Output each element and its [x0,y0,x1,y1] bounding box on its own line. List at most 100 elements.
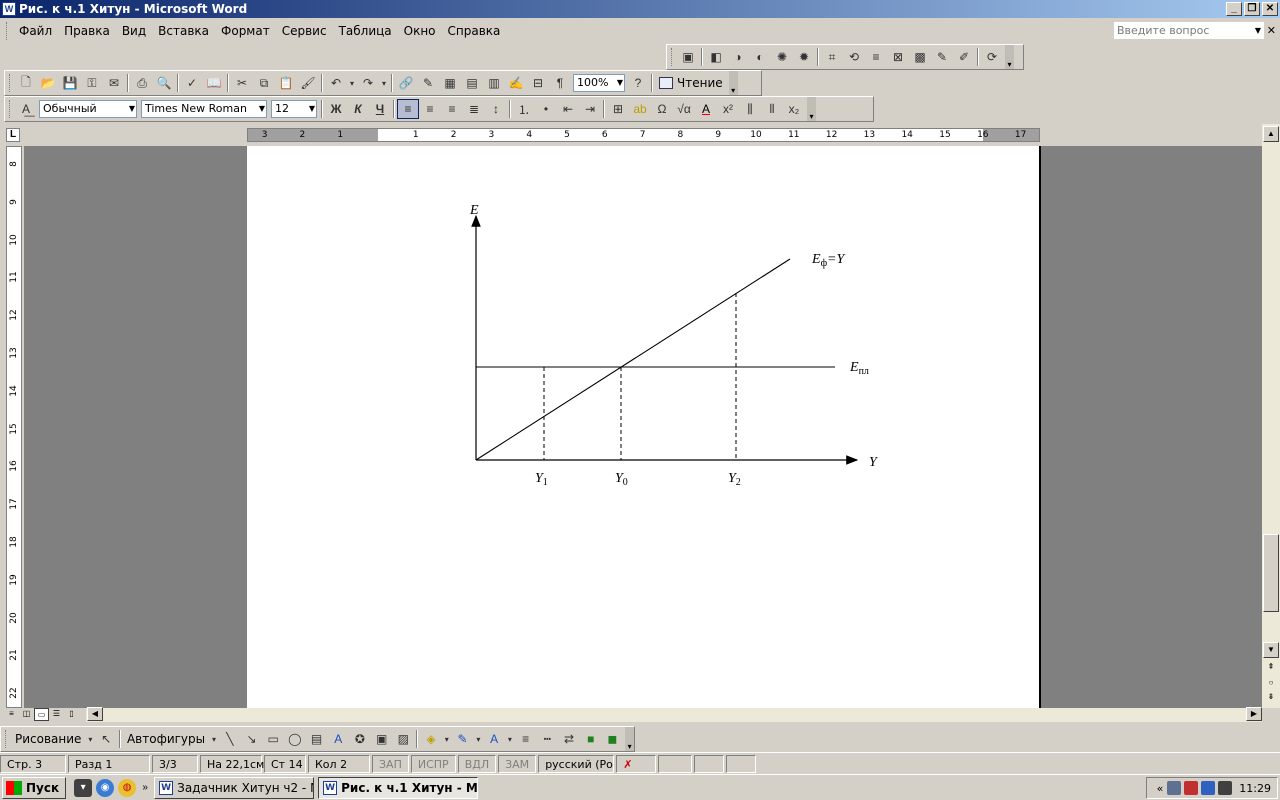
display-icon[interactable] [1218,781,1233,795]
decrease-indent-icon[interactable]: ⇤ [557,99,579,119]
status-ovr[interactable]: ЗАМ [498,754,537,773]
menu-file[interactable]: Файл [13,24,58,38]
browser-icon[interactable]: ◉ [96,778,115,797]
chevron-down-icon[interactable]: ▾ [209,729,219,749]
web-view-icon[interactable]: ◫ [19,708,34,721]
next-page-icon[interactable]: ⇟ [1263,690,1279,706]
tray-expand-icon[interactable]: « [1157,782,1164,795]
tables-borders-icon[interactable]: ✎ [417,73,439,93]
print-icon[interactable]: ⎙ [131,73,153,93]
vertical-ruler[interactable]: 8 9 10 11 12 13 14 15 16 17 18 19 20 21 22 [6,146,22,708]
columns-icon[interactable]: ▥ [483,73,505,93]
insert-excel-icon[interactable]: ▤ [461,73,483,93]
font-select[interactable]: Times New Roman ▼ [141,100,267,118]
normal-view-icon[interactable]: ≡ [4,708,19,721]
close-button[interactable]: ✕ [1262,2,1278,16]
start-button[interactable]: Пуск [2,776,67,799]
align-right-icon[interactable]: ≡ [441,99,463,119]
previous-page-icon[interactable]: ⇞ [1263,660,1279,676]
spelling-icon[interactable]: ✓ [181,73,203,93]
cut-icon[interactable]: ✂ [231,73,253,93]
superscript-icon[interactable]: x² [717,99,739,119]
redo-dropdown-icon[interactable]: ▾ [379,73,389,93]
show-hide-icon[interactable]: ¶ [549,73,571,93]
reading-mode-button[interactable]: Чтение [655,76,727,90]
ask-question-input[interactable]: Введите вопрос ▼ [1114,22,1264,39]
grid-alt-icon[interactable]: ⫴ [761,99,783,119]
paste-icon[interactable]: 📋 [275,73,297,93]
toolbar-options-icon[interactable]: ▾ [625,727,635,751]
print-preview-icon[interactable]: 🔍 [153,73,175,93]
chevron-down-icon[interactable]: ▾ [442,729,452,749]
document-close-icon[interactable]: ✕ [1267,24,1276,37]
fill-color-icon[interactable]: ◈ [420,729,442,749]
italic-button[interactable]: К [347,99,369,119]
copy-icon[interactable]: ⧉ [253,73,275,93]
economics-figure[interactable]: E Y Eф=Y Eпл Y1 Y0 Y2 [247,146,1041,708]
taskbar-item-task2[interactable]: W Рис. к ч.1 Хитун - Mic... [318,776,479,799]
text-box-icon[interactable]: ▤ [306,729,328,749]
menu-tools[interactable]: Сервис [276,24,333,38]
print-layout-icon[interactable]: ▭ [34,708,49,721]
scroll-left-icon[interactable]: ◀ [87,707,103,721]
chevron-down-icon[interactable]: ▼ [617,75,623,91]
align-left-icon[interactable]: ≡ [397,99,419,119]
3d-icon[interactable]: ◼ [602,729,624,749]
save-icon[interactable]: 💾 [59,73,81,93]
menu-help[interactable]: Справка [442,24,507,38]
status-line[interactable]: Ст 14 [264,754,306,773]
equation-icon[interactable]: √α [673,99,695,119]
chevron-down-icon[interactable]: ▼ [1255,23,1261,38]
chevron-down-icon[interactable]: ▾ [505,729,515,749]
diagram-icon[interactable]: ✪ [349,729,371,749]
drawing-icon[interactable]: ✍ [505,73,527,93]
clip-art-icon[interactable]: ▣ [371,729,393,749]
menu-grip[interactable] [6,22,9,40]
menu-table[interactable]: Таблица [333,24,398,38]
status-rec[interactable]: ЗАП [372,754,409,773]
help-icon[interactable]: ? [627,73,649,93]
chevron-down-icon[interactable]: ▼ [309,101,315,117]
chrome-icon[interactable]: ◍ [118,778,137,797]
dash-style-icon[interactable]: ┅ [537,729,559,749]
rotate-icon[interactable]: ⟲ [843,47,865,67]
scroll-thumb[interactable] [1263,534,1279,612]
more-quicklaunch-icon[interactable]: » [140,779,150,797]
undo-dropdown-icon[interactable]: ▾ [347,73,357,93]
drawing-menu[interactable]: Рисование [11,732,85,746]
line-style-icon[interactable]: ≡ [865,47,887,67]
toolbar-options-icon[interactable]: ▾ [1005,45,1014,69]
font-color-icon[interactable]: A [483,729,505,749]
omega-symbol-icon[interactable]: Ω [651,99,673,119]
minimize-button[interactable]: _ [1226,2,1242,16]
format-painter-icon[interactable]: 🖌 [297,73,319,93]
hyperlink-icon[interactable]: 🔗 [395,73,417,93]
color-icon[interactable]: ◧ [705,47,727,67]
show-desktop-icon[interactable]: ▾ [74,778,93,797]
taskbar-item-task1[interactable]: W Задачник Хитун ч2 - Mi... [154,776,315,799]
chevron-down-icon[interactable]: ▾ [85,729,95,749]
toolbar-grip[interactable] [671,48,674,66]
more-brightness-icon[interactable]: ✺ [771,47,793,67]
style-select[interactable]: Обычный ▼ [39,100,137,118]
outline-view-icon[interactable]: ☰ [49,708,64,721]
arrow-icon[interactable]: ↘ [241,729,263,749]
word-app-icon[interactable]: W [2,2,16,16]
toolbar-options-icon[interactable]: ▾ [807,97,816,121]
insert-image-icon[interactable]: ▨ [392,729,414,749]
compress-icon[interactable]: ⊠ [887,47,909,67]
toolbar-grip[interactable] [9,74,12,92]
menu-format[interactable]: Формат [215,24,276,38]
chevron-down-icon[interactable]: ▼ [259,101,265,117]
font-size-select[interactable]: 12 ▼ [271,100,317,118]
less-contrast-icon[interactable]: ◐ [749,47,771,67]
oval-icon[interactable]: ◯ [284,729,306,749]
line-icon[interactable]: ╲ [219,729,241,749]
crop-icon[interactable]: ⌗ [821,47,843,67]
borders-icon[interactable]: ⊞ [607,99,629,119]
insert-picture-icon[interactable]: ▣ [677,47,699,67]
horizontal-ruler[interactable]: 3 2 1 1 2 3 4 5 6 7 8 9 10 11 12 13 14 15 16 17 [247,128,1040,142]
scroll-up-icon[interactable]: ▲ [1263,126,1279,142]
menu-edit[interactable]: Правка [58,24,116,38]
redo-icon[interactable]: ↷ [357,73,379,93]
